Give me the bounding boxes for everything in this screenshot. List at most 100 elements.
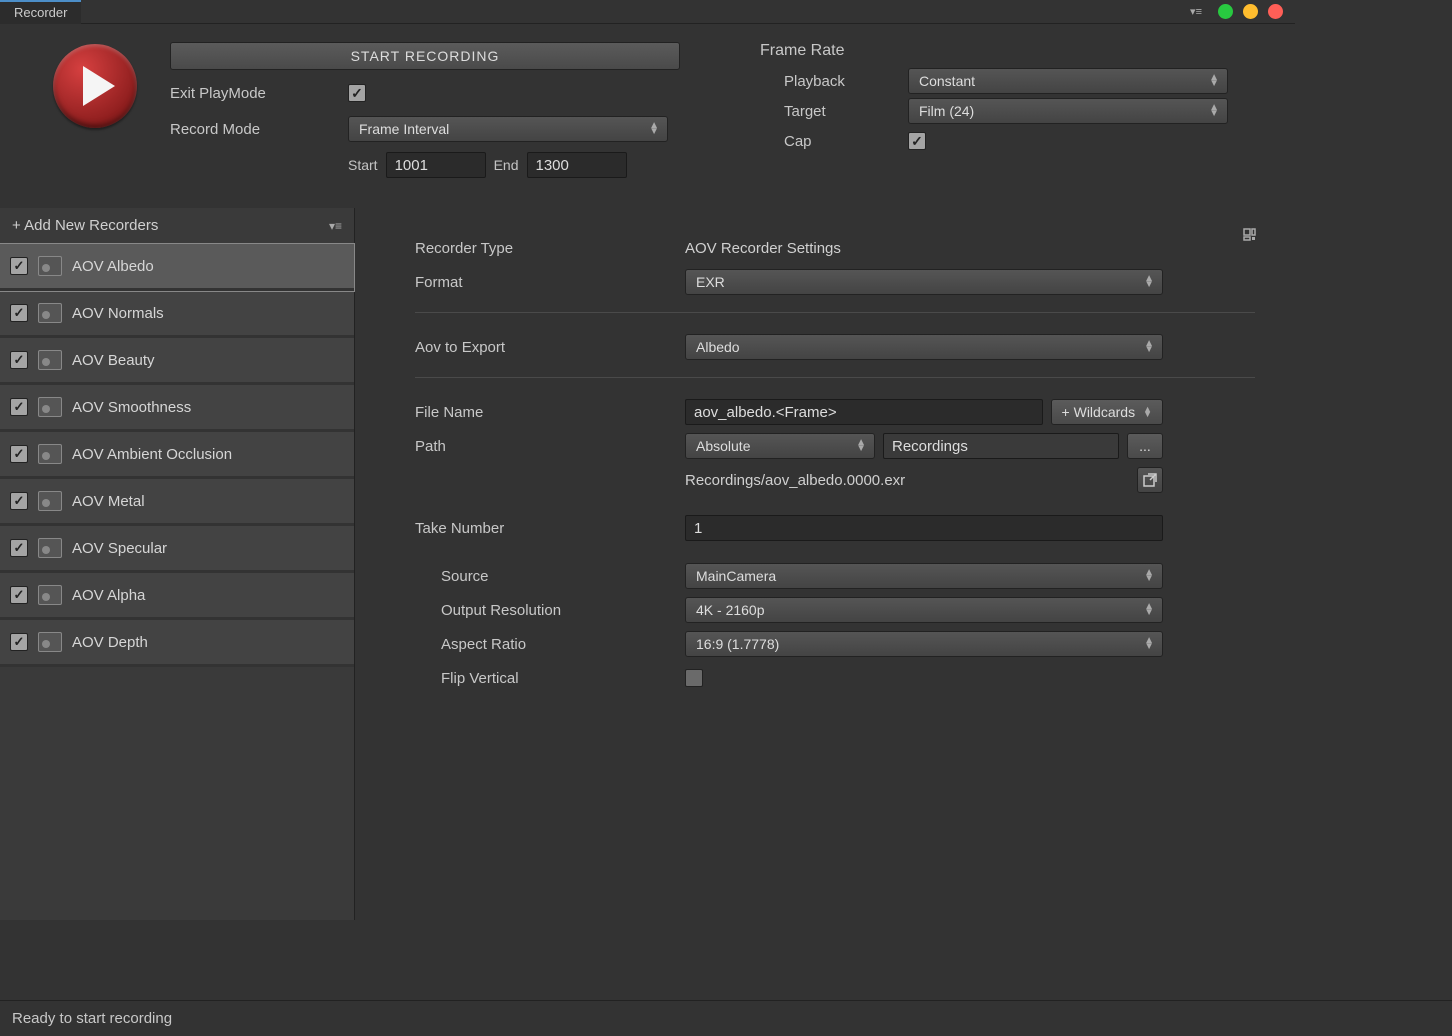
format-label: Format [415, 274, 685, 291]
recorder-enable-checkbox[interactable]: ✓ [10, 398, 28, 416]
divider [415, 377, 1255, 378]
recorder-enable-checkbox[interactable]: ✓ [10, 304, 28, 322]
recorder-item-label: AOV Albedo [72, 258, 154, 275]
recorder-enable-checkbox[interactable]: ✓ [10, 445, 28, 463]
image-icon [38, 585, 62, 605]
wildcards-button[interactable]: + Wildcards ▲▼ [1051, 399, 1163, 425]
recorder-enable-checkbox[interactable]: ✓ [10, 539, 28, 557]
image-icon [38, 538, 62, 558]
open-folder-button[interactable] [1137, 467, 1163, 493]
dropdown-arrow-icon: ▲▼ [856, 440, 866, 452]
add-recorder-button[interactable]: + Add New Recorders [12, 217, 158, 234]
end-frame-value: 1300 [536, 157, 569, 174]
path-input[interactable]: Recordings [883, 433, 1119, 459]
wildcards-label: + Wildcards [1062, 404, 1136, 420]
panel-options-icon[interactable]: ▾≡ [1190, 5, 1202, 18]
image-icon [38, 444, 62, 464]
recorder-item-label: AOV Normals [72, 305, 164, 322]
output-resolution-value: 4K - 2160p [696, 602, 765, 618]
aspect-ratio-label: Aspect Ratio [415, 636, 685, 653]
aspect-ratio-value: 16:9 (1.7778) [696, 636, 779, 652]
dropdown-arrow-icon: ▲▼ [1209, 105, 1219, 117]
recorder-item[interactable]: ✓ AOV Metal [0, 479, 354, 526]
record-mode-dropdown[interactable]: Frame Interval ▲▼ [348, 116, 668, 142]
playback-label: Playback [760, 73, 900, 90]
flip-vertical-checkbox[interactable] [685, 669, 703, 687]
start-frame-input[interactable]: 1001 [386, 152, 486, 178]
exit-playmode-checkbox[interactable] [348, 84, 366, 102]
end-frame-input[interactable]: 1300 [527, 152, 627, 178]
resolved-path: Recordings/aov_albedo.0000.exr [685, 472, 1129, 489]
target-label: Target [760, 103, 900, 120]
target-dropdown[interactable]: Film (24) ▲▼ [908, 98, 1228, 124]
source-dropdown[interactable]: MainCamera ▲▼ [685, 563, 1163, 589]
traffic-light-maximize[interactable] [1218, 4, 1233, 19]
cap-label: Cap [760, 133, 900, 150]
recorder-type-value: AOV Recorder Settings [685, 240, 841, 257]
recorder-item-label: AOV Depth [72, 634, 148, 651]
cap-checkbox[interactable] [908, 132, 926, 150]
recorder-item[interactable]: ✓ AOV Smoothness [0, 385, 354, 432]
body-area: + Add New Recorders ▾≡ ✓ AOV Albedo ✓ AOV N… [0, 208, 1295, 920]
recorder-item-label: AOV Specular [72, 540, 167, 557]
playback-dropdown[interactable]: Constant ▲▼ [908, 68, 1228, 94]
path-mode-value: Absolute [696, 438, 750, 454]
recorder-enable-checkbox[interactable]: ✓ [10, 633, 28, 651]
browse-button[interactable]: ... [1127, 433, 1163, 459]
recorder-type-label: Recorder Type [415, 240, 685, 257]
recorder-enable-checkbox[interactable]: ✓ [10, 351, 28, 369]
recorder-item-label: AOV Metal [72, 493, 145, 510]
output-resolution-dropdown[interactable]: 4K - 2160p ▲▼ [685, 597, 1163, 623]
dropdown-arrow-icon: ▲▼ [1143, 407, 1152, 417]
recorder-item-label: AOV Smoothness [72, 399, 191, 416]
preset-icon[interactable] [1243, 228, 1261, 251]
flip-vertical-label: Flip Vertical [415, 670, 685, 687]
window-tab[interactable]: Recorder [0, 0, 81, 24]
aov-export-value: Albedo [696, 339, 740, 355]
recorder-details-panel: Recorder Type AOV Recorder Settings Form… [355, 208, 1295, 920]
recorder-item[interactable]: ✓AOV Beauty [0, 338, 354, 385]
aov-export-dropdown[interactable]: Albedo ▲▼ [685, 334, 1163, 360]
exit-playmode-label: Exit PlayMode [170, 85, 340, 102]
play-button[interactable] [53, 44, 137, 128]
traffic-light-minimize[interactable] [1243, 4, 1258, 19]
recorder-enable-checkbox[interactable]: ✓ [10, 257, 28, 275]
file-name-value: aov_albedo.<Frame> [694, 404, 837, 421]
recorder-item[interactable]: ✓ AOV Albedo [0, 244, 354, 291]
take-number-input[interactable]: 1 [685, 515, 1163, 541]
take-number-label: Take Number [415, 520, 685, 537]
path-label: Path [415, 438, 685, 455]
aspect-ratio-dropdown[interactable]: 16:9 (1.7778) ▲▼ [685, 631, 1163, 657]
image-icon [38, 256, 62, 276]
recorder-enable-checkbox[interactable]: ✓ [10, 586, 28, 604]
recorder-item[interactable]: ✓AOV Ambient Occlusion [0, 432, 354, 479]
top-settings-area: START RECORDING Exit PlayMode Record Mod… [0, 24, 1295, 208]
browse-label: ... [1139, 438, 1151, 454]
start-recording-button[interactable]: START RECORDING [170, 42, 680, 70]
sidebar-menu-icon[interactable]: ▾≡ [329, 219, 342, 233]
traffic-light-close[interactable] [1268, 4, 1283, 19]
framerate-title: Frame Rate [760, 42, 1275, 60]
recorder-item[interactable]: ✓ AOV Depth [0, 620, 354, 667]
playback-value: Constant [919, 73, 975, 89]
dropdown-arrow-icon: ▲▼ [649, 123, 659, 135]
recorder-item-label: AOV Alpha [72, 587, 145, 604]
dropdown-arrow-icon: ▲▼ [1144, 570, 1154, 582]
recorder-enable-checkbox[interactable]: ✓ [10, 492, 28, 510]
start-frame-value: 1001 [395, 157, 428, 174]
file-name-input[interactable]: aov_albedo.<Frame> [685, 399, 1043, 425]
format-dropdown[interactable]: EXR ▲▼ [685, 269, 1163, 295]
record-mode-value: Frame Interval [359, 121, 449, 137]
recorder-item[interactable]: ✓ AOV Specular [0, 526, 354, 573]
recorder-item[interactable]: ✓ AOV Alpha [0, 573, 354, 620]
dropdown-arrow-icon: ▲▼ [1144, 341, 1154, 353]
titlebar: Recorder ▾≡ [0, 0, 1295, 24]
image-icon [38, 397, 62, 417]
image-icon [38, 632, 62, 652]
aov-export-label: Aov to Export [415, 339, 685, 356]
recorder-item[interactable]: ✓ AOV Normals [0, 291, 354, 338]
source-label: Source [415, 568, 685, 585]
file-name-label: File Name [415, 404, 685, 421]
dropdown-arrow-icon: ▲▼ [1144, 638, 1154, 650]
path-mode-dropdown[interactable]: Absolute ▲▼ [685, 433, 875, 459]
